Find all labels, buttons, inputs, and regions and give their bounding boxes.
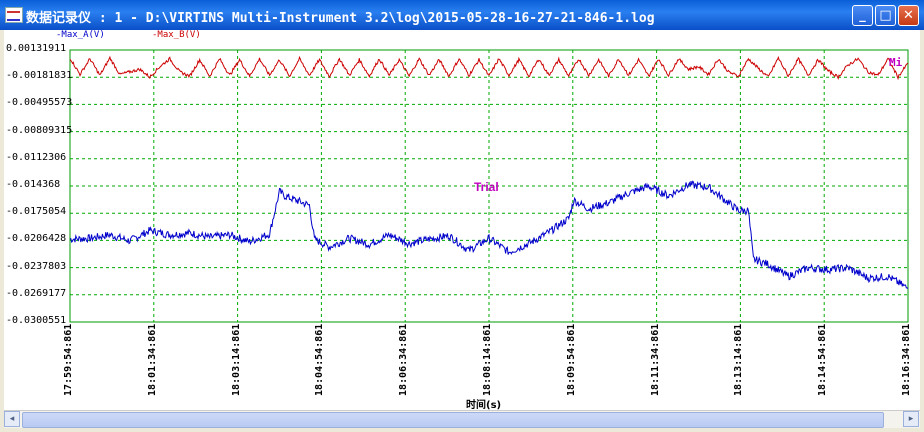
x-tick-label: 18:01:34:861: [146, 323, 158, 396]
y-tick-label: -0.00495573: [6, 97, 73, 109]
y-tick-label: -0.0237803: [6, 260, 67, 272]
x-tick-label: 18:09:54:861: [565, 323, 577, 396]
close-button[interactable]: ✕: [898, 5, 919, 26]
x-tick-label: 18:06:34:861: [398, 323, 410, 396]
scroll-right-button[interactable]: ▸: [903, 411, 919, 427]
window-title: 数据记录仪 : 1 - D:\VIRTINS Multi-Instrument …: [26, 11, 655, 26]
trial-annotation: Trial: [474, 180, 499, 194]
x-tick-label: 18:03:14:861: [230, 323, 242, 396]
maximize-button[interactable]: □: [875, 5, 896, 26]
minimize-button[interactable]: _: [852, 5, 873, 26]
mi-annotation: Mi: [889, 56, 903, 69]
horizontal-scrollbar[interactable]: ◂ ▸: [4, 410, 920, 428]
x-tick-label: 18:14:54:861: [817, 323, 829, 396]
x-axis-label: 时间(s): [466, 400, 502, 411]
x-tick-label: 17:59:54:861: [63, 323, 74, 396]
plot-svg: [69, 49, 909, 323]
y-tick-label: -0.0300551: [6, 315, 67, 326]
scroll-thumb[interactable]: [22, 412, 884, 428]
y-tick-label: -0.0206428: [6, 233, 67, 245]
chart-area[interactable]: -Max_A(V) -Max_B(V) 0.00131911 -0.0018183…: [4, 30, 920, 411]
y-tick-label: -0.0269177: [6, 287, 67, 299]
y-tick-label: -0.014368: [6, 179, 61, 190]
x-tick-label: 18:08:14:861: [482, 323, 493, 396]
title-bar: 数据记录仪 : 1 - D:\VIRTINS Multi-Instrument …: [0, 0, 924, 30]
x-tick-label: 18:04:54:861: [314, 323, 326, 396]
x-tick-label: 18:13:14:861: [733, 323, 745, 396]
y-tick-label: -0.00181831: [6, 70, 73, 82]
x-tick-label: 18:11:34:861: [649, 323, 661, 396]
x-tick-label: 18:16:34:861: [901, 323, 912, 396]
y-tick-label: -0.00809315: [6, 124, 73, 136]
y-tick-label: 0.00131911: [6, 43, 67, 54]
y-tick-label: -0.0112306: [6, 151, 67, 163]
y-tick-label: -0.0175054: [6, 206, 67, 218]
app-icon: [5, 7, 23, 23]
scroll-left-button[interactable]: ◂: [4, 411, 20, 427]
